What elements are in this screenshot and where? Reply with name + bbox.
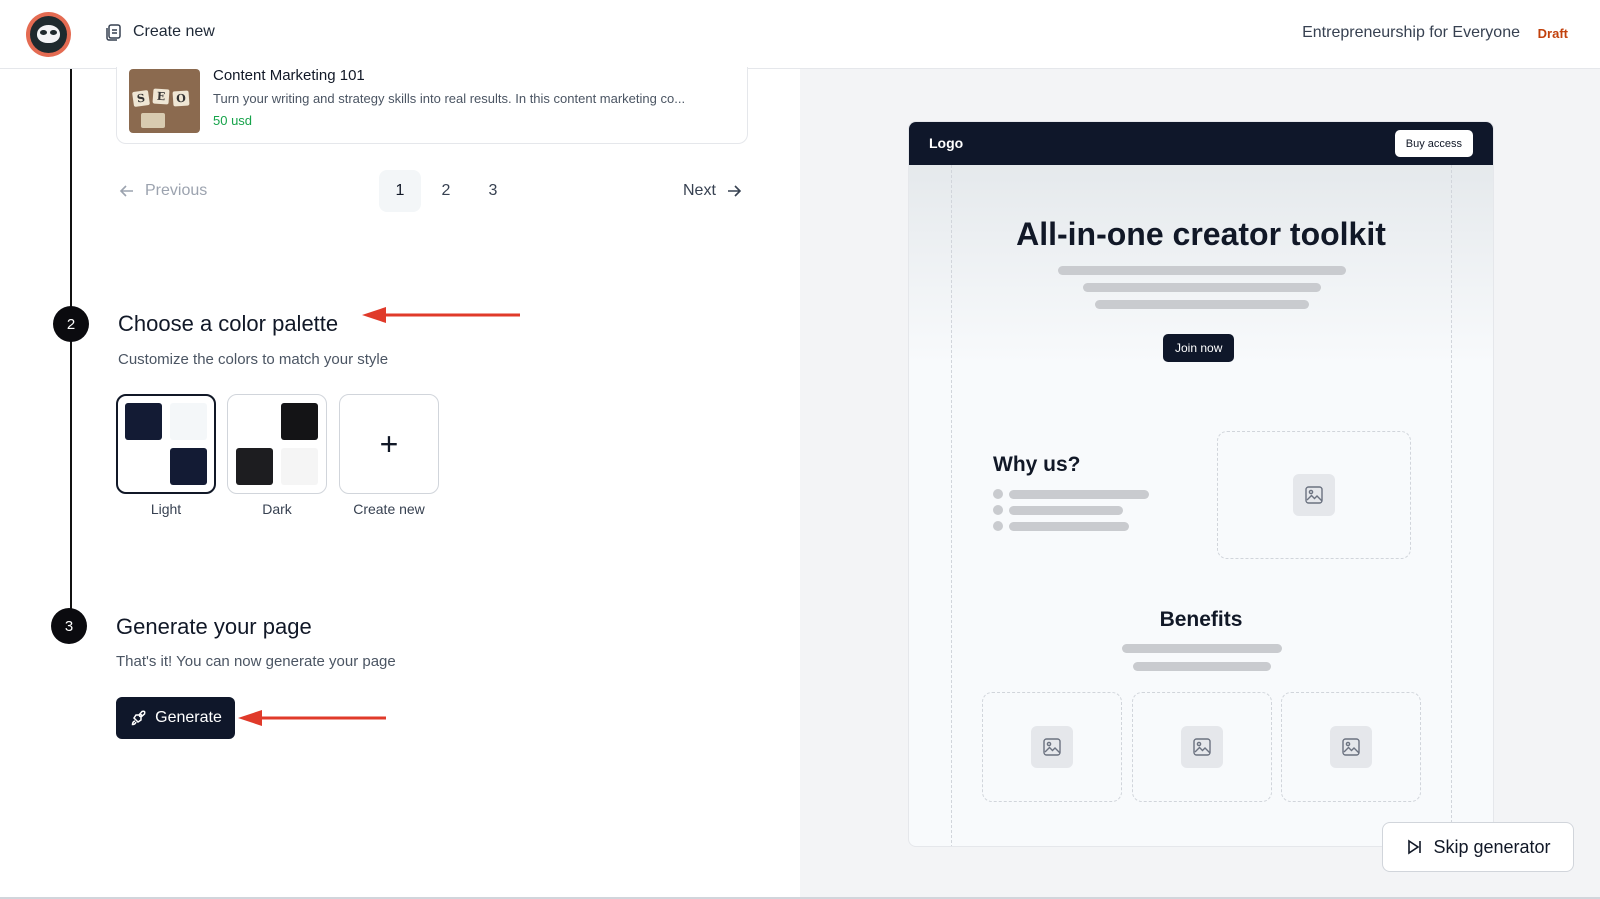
product-thumbnail: S E O — [129, 69, 200, 133]
product-price: 50 usd — [213, 113, 253, 128]
create-palette-label: Create new — [353, 501, 425, 517]
step-3-subtitle: That's it! You can now generate your pag… — [116, 653, 396, 670]
status-badge: Draft — [1537, 26, 1568, 41]
preview-benefits-heading: Benefits — [1159, 608, 1243, 631]
step-3-marker: 3 — [51, 608, 87, 644]
palette-light-label: Light — [150, 501, 182, 517]
step-2-marker: 2 — [53, 306, 89, 342]
annotation-arrow — [238, 710, 386, 726]
sloth-face-icon — [30, 16, 67, 53]
course-title: Entrepreneurship for Everyone — [1302, 24, 1520, 41]
arrow-right-icon — [727, 185, 742, 197]
preview-image-placeholder — [1281, 692, 1421, 802]
top-bar: Create new Entrepreneurship for Everyone… — [0, 0, 1600, 69]
arrow-left-icon — [119, 185, 133, 197]
page-preview-panel: Logo Buy access All-in-one creator toolk… — [800, 69, 1600, 899]
create-new-label: Create new — [133, 23, 215, 40]
preview-buy-access-button: Buy access — [1394, 130, 1473, 157]
preview-logo: Logo — [929, 135, 964, 151]
image-icon — [1031, 726, 1073, 768]
page-3-button[interactable]: 3 — [472, 170, 514, 212]
image-icon — [1293, 474, 1335, 516]
preview-navbar: Logo Buy access — [909, 122, 1493, 165]
palette-light-option[interactable] — [116, 394, 216, 494]
product-card[interactable]: S E O Content Marketing 101 Turn your wr… — [116, 67, 748, 144]
preview-image-placeholder — [1132, 692, 1272, 802]
page-1-button[interactable]: 1 — [379, 170, 421, 212]
step-2-subtitle: Customize the colors to match your style — [118, 351, 389, 368]
copy-icon — [106, 24, 121, 41]
generator-steps-panel: S E O Content Marketing 101 Turn your wr… — [0, 67, 800, 899]
rocket-icon — [131, 710, 146, 726]
palette-dark-label: Dark — [262, 501, 292, 517]
create-palette-button[interactable]: + — [339, 394, 439, 494]
annotation-arrow — [362, 307, 520, 323]
image-icon — [1181, 726, 1223, 768]
skip-generator-label: Skip generator — [1433, 836, 1551, 857]
preview-hero-title: All-in-one creator toolkit — [1016, 216, 1386, 252]
next-page-button[interactable]: Next — [683, 182, 742, 200]
generate-label: Generate — [155, 709, 222, 726]
preview-image-placeholder — [1217, 431, 1411, 559]
product-description: Turn your writing and strategy skills in… — [213, 91, 686, 106]
brand-logo[interactable] — [26, 12, 71, 57]
preview-image-placeholder — [982, 692, 1122, 802]
skip-generator-button[interactable]: Skip generator — [1382, 822, 1574, 872]
create-new-button[interactable]: Create new — [103, 22, 215, 42]
step-2-title: Choose a color palette — [118, 311, 339, 336]
page-preview: Logo Buy access All-in-one creator toolk… — [908, 121, 1494, 847]
generate-button[interactable]: Generate — [116, 697, 235, 739]
preview-why-us-heading: Why us? — [993, 453, 1081, 476]
palette-dark-option[interactable] — [227, 394, 327, 494]
page-2-button[interactable]: 2 — [425, 170, 467, 212]
preview-join-button: Join now — [1163, 334, 1235, 362]
product-name: Content Marketing 101 — [213, 67, 365, 84]
plus-icon: + — [379, 425, 399, 462]
image-icon — [1330, 726, 1372, 768]
step-3-title: Generate your page — [116, 614, 312, 639]
previous-page-button[interactable]: Previous — [119, 182, 207, 200]
skip-icon — [1408, 839, 1422, 855]
